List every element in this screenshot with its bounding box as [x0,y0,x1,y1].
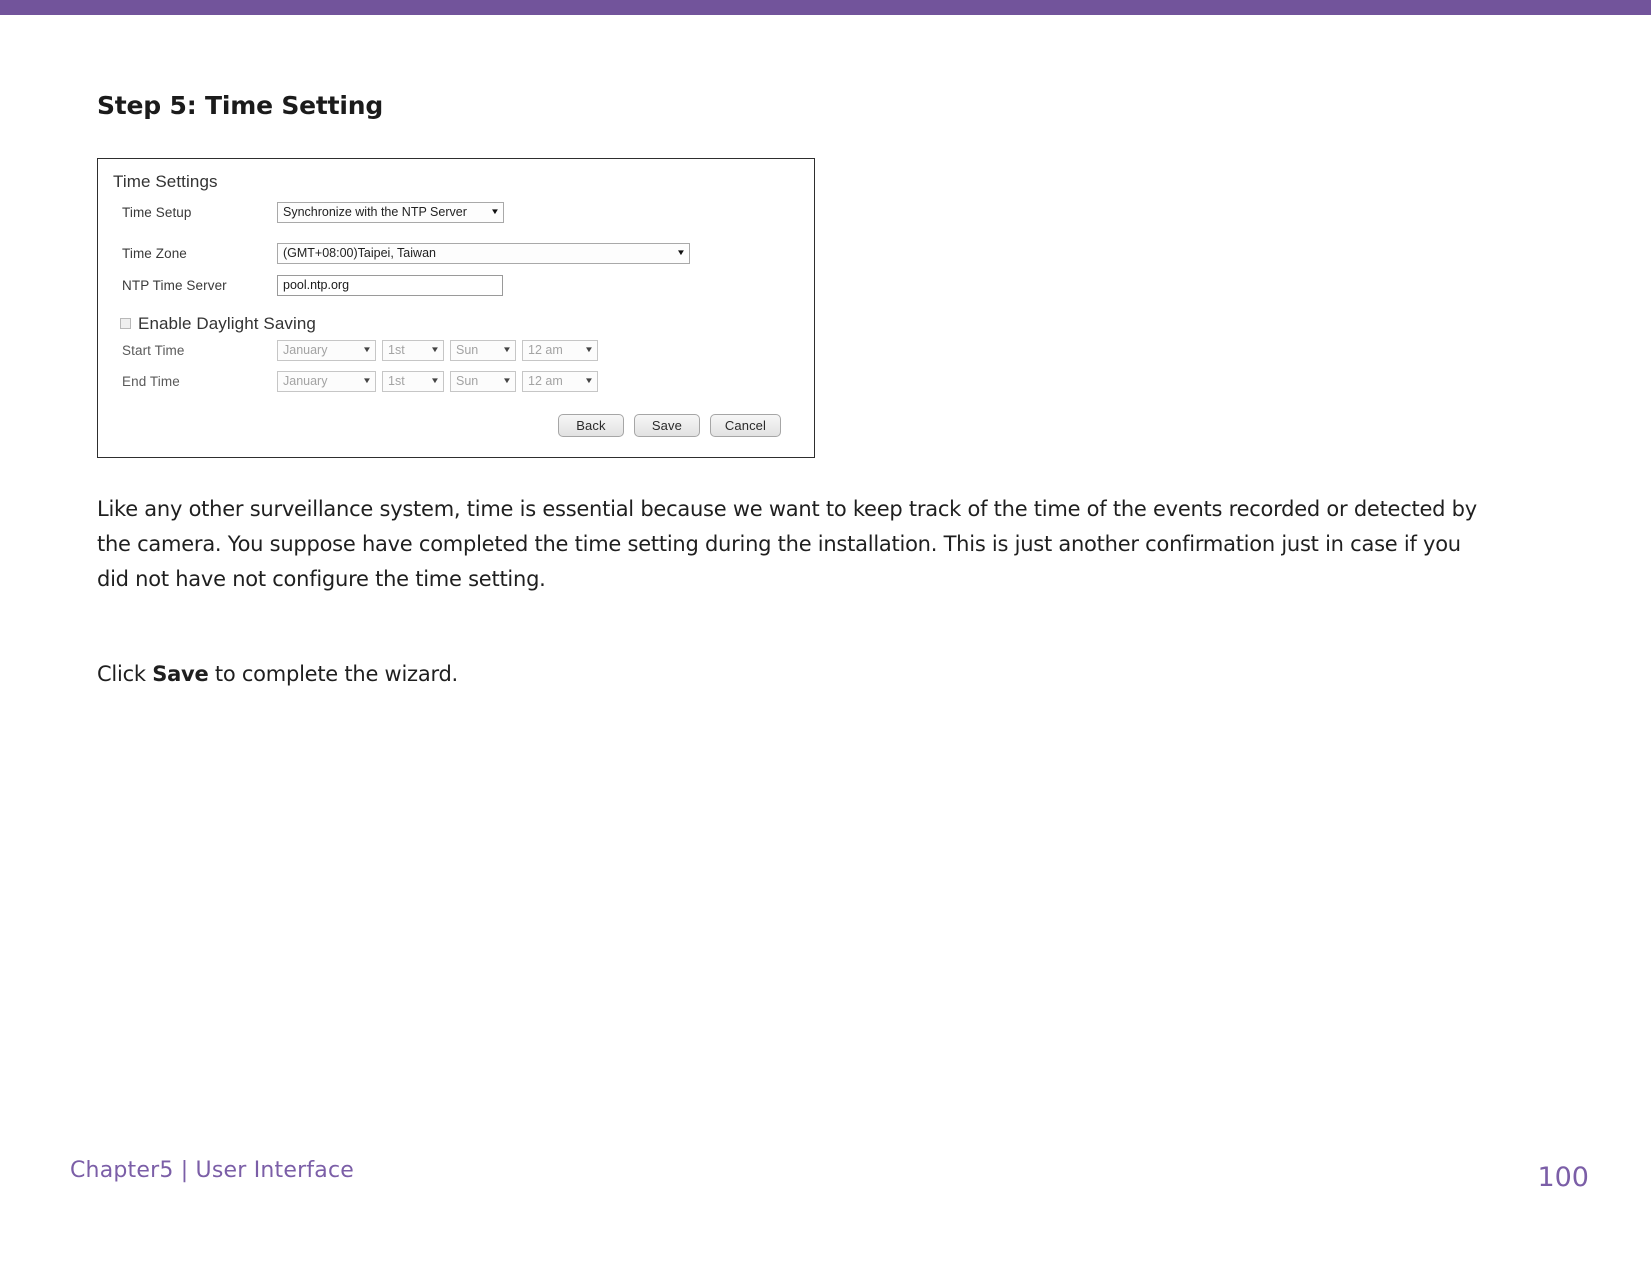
time-zone-label: Time Zone [122,245,187,261]
body-paragraph-2: Click Save to complete the wizard. [97,657,1482,692]
start-time-ordinal-value: 1st [388,343,405,357]
chevron-down-icon: ▼ [502,345,512,354]
cancel-button[interactable]: Cancel [709,413,781,437]
enable-daylight-saving-row[interactable]: Enable Daylight Saving [120,314,316,334]
form-button-row: Back Save Cancel [557,413,781,437]
time-setup-value: Synchronize with the NTP Server [283,205,467,219]
end-time-hour-select[interactable]: 12 am ▼ [522,370,598,392]
end-time-weekday-select[interactable]: Sun ▼ [450,370,516,392]
daylight-saving-label: Enable Daylight Saving [138,313,316,333]
start-time-month-select[interactable]: January ▼ [277,339,376,361]
start-time-label: Start Time [122,342,185,358]
body-paragraph-1: Like any other surveillance system, time… [97,496,1477,592]
end-time-ordinal-value: 1st [388,374,405,388]
start-time-row: Start Time January ▼ 1st ▼ Sun ▼ 12 am ▼ [122,339,598,361]
click-suffix: to complete the wizard. [208,662,458,687]
top-accent-bar [0,0,1651,15]
chevron-down-icon: ▼ [430,376,440,385]
end-time-month-value: January [283,374,328,388]
chevron-down-icon: ▼ [490,207,500,216]
time-setup-label: Time Setup [122,204,192,220]
start-time-weekday-value: Sun [456,343,479,357]
ntp-server-input[interactable]: pool.ntp.org [277,274,503,296]
back-button[interactable]: Back [557,413,624,437]
end-time-label: End Time [122,373,180,389]
chevron-down-icon: ▼ [362,376,372,385]
save-keyword: Save [152,662,209,687]
start-time-hour-select[interactable]: 12 am ▼ [522,339,598,361]
chevron-down-icon: ▼ [676,248,686,257]
chevron-down-icon: ▼ [362,345,372,354]
daylight-saving-checkbox[interactable] [120,318,131,329]
time-zone-row: Time Zone (GMT+08:00)Taipei, Taiwan ▼ [122,242,690,264]
panel-title: Time Settings [113,171,218,191]
footer-chapter: Chapter5 | User Interface [70,1158,354,1183]
save-button[interactable]: Save [633,413,700,437]
start-time-ordinal-select[interactable]: 1st ▼ [382,339,444,361]
end-time-weekday-value: Sun [456,374,479,388]
time-zone-select[interactable]: (GMT+08:00)Taipei, Taiwan ▼ [277,242,690,264]
chevron-down-icon: ▼ [502,376,512,385]
start-time-month-value: January [283,343,328,357]
end-time-row: End Time January ▼ 1st ▼ Sun ▼ 12 am ▼ [122,370,598,392]
ntp-server-row: NTP Time Server pool.ntp.org [122,274,503,296]
click-prefix: Click [97,662,153,687]
ntp-server-label: NTP Time Server [122,277,227,293]
chevron-down-icon: ▼ [584,376,594,385]
time-settings-screenshot: Time Settings Time Setup Synchronize wit… [97,157,815,458]
chevron-down-icon: ▼ [584,345,594,354]
end-time-month-select[interactable]: January ▼ [277,370,376,392]
end-time-ordinal-select[interactable]: 1st ▼ [382,370,444,392]
time-setup-row: Time Setup Synchronize with the NTP Serv… [122,201,504,223]
page-title: Step 5: Time Setting [97,91,384,120]
time-zone-value: (GMT+08:00)Taipei, Taiwan [283,246,436,260]
page-content: Step 5: Time Setting Time Settings Time … [97,92,1567,693]
start-time-weekday-select[interactable]: Sun ▼ [450,339,516,361]
start-time-hour-value: 12 am [528,343,563,357]
time-setup-select[interactable]: Synchronize with the NTP Server ▼ [277,201,504,223]
end-time-hour-value: 12 am [528,374,563,388]
chevron-down-icon: ▼ [430,345,440,354]
ntp-server-value: pool.ntp.org [283,278,350,292]
footer-page-number: 100 [1537,1162,1589,1193]
